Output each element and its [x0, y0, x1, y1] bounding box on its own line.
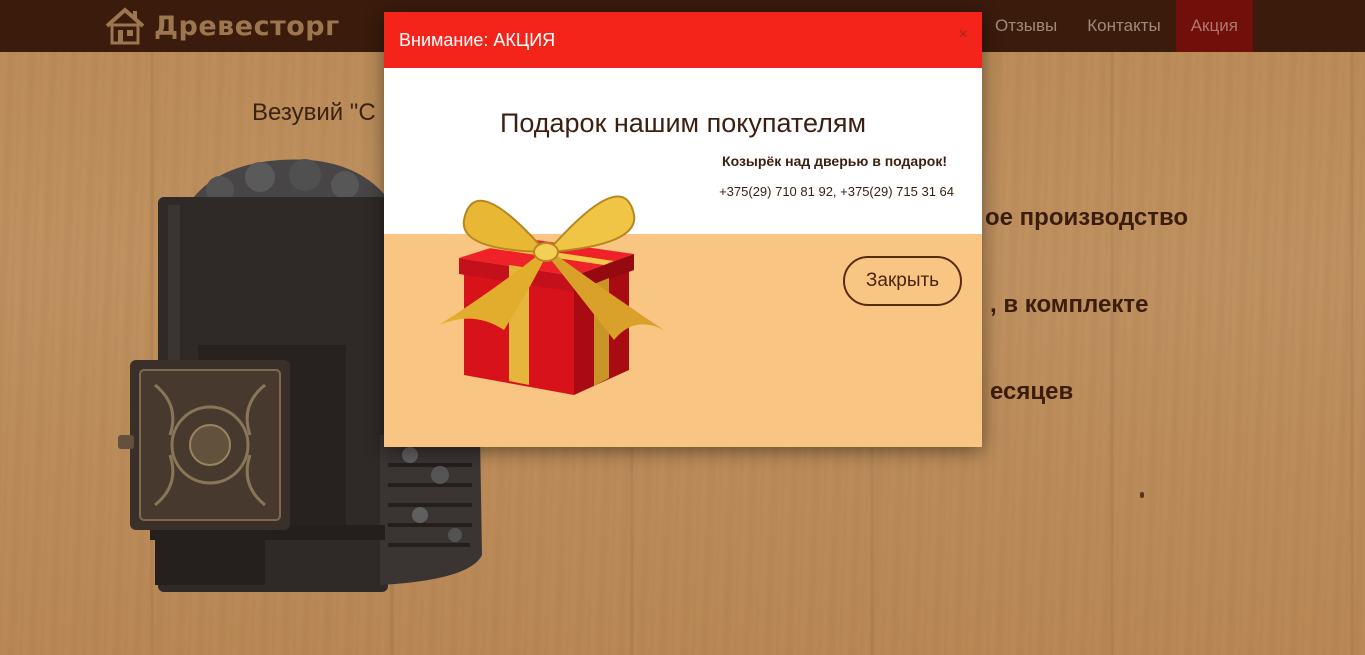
- modal-title: Внимание: АКЦИЯ: [399, 30, 556, 50]
- promo-modal: Внимание: АКЦИЯ × Подарок нашим покупате…: [384, 12, 982, 447]
- gift-box-icon: [439, 195, 664, 395]
- modal-header: Внимание: АКЦИЯ ×: [384, 12, 982, 68]
- gift-subheading: Козырёк над дверью в подарок!: [722, 153, 947, 169]
- contact-phones: +375(29) 710 81 92, +375(29) 715 31 64: [719, 184, 954, 199]
- modal-close-icon[interactable]: ×: [959, 26, 968, 44]
- close-button[interactable]: Закрыть: [843, 256, 962, 306]
- gift-heading: Подарок нашим покупателям: [499, 108, 867, 138]
